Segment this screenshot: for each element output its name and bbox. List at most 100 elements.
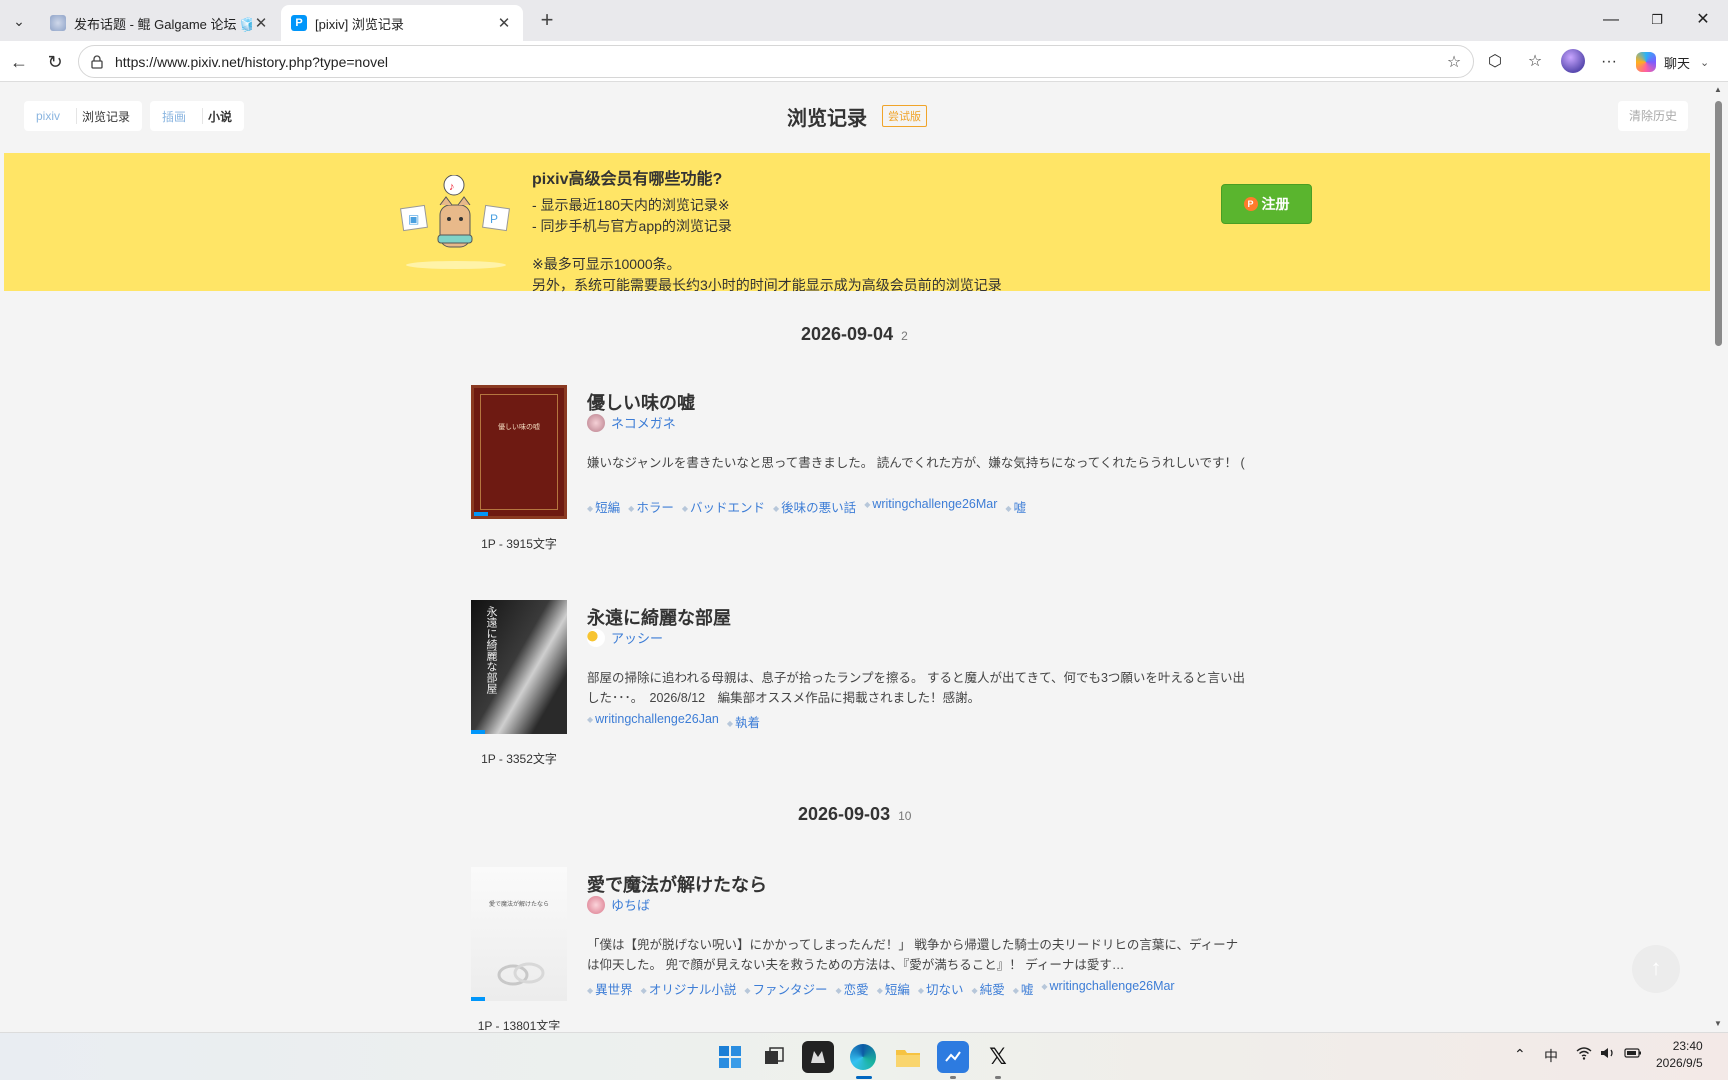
wifi-icon[interactable] bbox=[1576, 1046, 1592, 1063]
novel-description: 「僕は【兜が脱げない呪い】にかかってしまったんだ！」 戦争から帰還した騎士の夫リ… bbox=[587, 938, 1239, 972]
novel-cover[interactable]: 永遠に綺麗な部屋 bbox=[471, 600, 567, 734]
minimize-icon[interactable]: — bbox=[1588, 4, 1634, 36]
scroll-down-arrow-icon[interactable]: ▼ bbox=[1714, 1019, 1722, 1028]
date-group-header: 2026-09-03 10 bbox=[798, 804, 911, 825]
cover-title: 愛で魔法が解けたなら bbox=[488, 902, 549, 908]
tab-illust[interactable]: 插画 bbox=[162, 108, 186, 125]
breadcrumb-path: pixiv 浏览记录 bbox=[24, 101, 143, 131]
tag-link[interactable]: 短編 bbox=[877, 979, 910, 998]
novel-tags: 短編 ホラー バッドエンド 後味の悪い話 writingchallenge26M… bbox=[587, 497, 1026, 516]
novel-cover[interactable]: 愛で魔法が解けたなら bbox=[471, 867, 567, 1001]
author-avatar bbox=[587, 413, 605, 432]
author-avatar bbox=[587, 628, 605, 647]
extensions-icon[interactable]: ⬡ bbox=[1482, 49, 1508, 75]
date-label: 2026-09-03 bbox=[798, 804, 891, 824]
copilot-chat-button[interactable]: 聊天 ⌄ bbox=[1636, 49, 1709, 75]
premium-signup-button[interactable]: P 注册 bbox=[1221, 184, 1312, 224]
novel-author[interactable]: アッシー bbox=[587, 628, 663, 647]
author-name: ゆちば bbox=[611, 898, 651, 913]
scroll-up-arrow-icon[interactable]: ▲ bbox=[1714, 85, 1722, 94]
restore-icon[interactable]: ❐ bbox=[1634, 4, 1680, 36]
profile-avatar[interactable] bbox=[1561, 49, 1585, 73]
novel-title[interactable]: 優しい味の嘘 bbox=[587, 389, 695, 415]
tag-link[interactable]: ホラー bbox=[628, 497, 674, 516]
page-scrollbar[interactable]: ▲ ▼ bbox=[1710, 83, 1728, 1030]
address-bar[interactable]: https://www.pixiv.net/history.php?type=n… bbox=[78, 45, 1474, 78]
page-title: 浏览记录 bbox=[787, 108, 867, 130]
tag-link[interactable]: writingchallenge26Mar bbox=[864, 497, 997, 516]
open-app-indicator bbox=[950, 1076, 956, 1079]
tag-link[interactable]: 異世界 bbox=[587, 979, 633, 998]
window-close-icon[interactable]: ✕ bbox=[1680, 4, 1726, 36]
start-windows-icon[interactable] bbox=[714, 1041, 746, 1073]
back-arrow-icon[interactable]: ← bbox=[6, 49, 32, 75]
battery-icon[interactable] bbox=[1624, 1046, 1642, 1062]
tag-link[interactable]: ファンタジー bbox=[744, 979, 828, 998]
system-clock[interactable]: 23:40 2026/9/5 bbox=[1656, 1038, 1703, 1072]
copilot-icon bbox=[1636, 52, 1656, 72]
more-menu-icon[interactable]: ··· bbox=[1596, 49, 1622, 75]
volume-icon[interactable] bbox=[1600, 1046, 1616, 1063]
novel-title[interactable]: 永遠に綺麗な部屋 bbox=[587, 604, 731, 630]
premium-heading: pixiv高级会员有哪些功能? bbox=[532, 171, 723, 188]
address-toolbar: ← ↻ https://www.pixiv.net/history.php?ty… bbox=[0, 41, 1728, 82]
novel-tags: 異世界 オリジナル小説 ファンタジー 恋愛 短編 切ない 純愛 嘘 writin… bbox=[587, 979, 1175, 998]
premium-mascot-illustration: ▣ P ♪ bbox=[400, 175, 510, 269]
date-count: 10 bbox=[898, 809, 912, 823]
ime-indicator[interactable]: 中 bbox=[1544, 1046, 1558, 1066]
tab-list-chevron-icon[interactable]: ⌄ bbox=[6, 8, 32, 34]
edge-browser-icon[interactable] bbox=[847, 1041, 879, 1073]
novel-cover[interactable]: 優しい味の嘘 bbox=[471, 385, 567, 519]
novel-title[interactable]: 愛で魔法が解けたなら bbox=[587, 871, 767, 897]
tab-strip: ⌄ 发布话题 - 鲲 Galgame 论坛 🧊 开 ✕ P [pixiv] 浏览… bbox=[0, 0, 1728, 41]
reload-icon[interactable]: ↻ bbox=[42, 49, 68, 75]
tag-link[interactable]: 恋愛 bbox=[836, 979, 869, 998]
novel-meta: 1P - 13801文字 bbox=[477, 1019, 561, 1030]
breadcrumb-separator bbox=[192, 101, 204, 131]
tag-link[interactable]: 嘘 bbox=[1005, 497, 1027, 516]
new-tab-plus-icon[interactable]: + bbox=[534, 8, 560, 34]
active-app-indicator bbox=[856, 1076, 872, 1079]
tag-link[interactable]: バッドエンド bbox=[682, 497, 765, 516]
tag-link[interactable]: writingchallenge26Jan bbox=[587, 712, 719, 731]
tag-link[interactable]: 純愛 bbox=[972, 979, 1005, 998]
clear-history-button[interactable]: 清除历史 bbox=[1618, 101, 1688, 131]
favorite-star-icon[interactable]: ☆ bbox=[1441, 52, 1467, 72]
tab-galgame-forum[interactable]: 发布话题 - 鲲 Galgame 论坛 🧊 开 ✕ bbox=[40, 5, 280, 41]
app-game-icon[interactable] bbox=[802, 1041, 834, 1073]
x-app-icon[interactable]: 𝕏 bbox=[982, 1041, 1014, 1073]
tray-overflow-chevron-icon[interactable]: ⌃ bbox=[1514, 1046, 1526, 1063]
premium-p-icon: P bbox=[1243, 197, 1258, 211]
tab-close-icon[interactable]: ✕ bbox=[495, 14, 513, 32]
back-to-top-button[interactable]: ↑ bbox=[1632, 945, 1680, 993]
file-explorer-icon[interactable] bbox=[892, 1041, 924, 1073]
app-chart-icon[interactable] bbox=[937, 1041, 969, 1073]
tag-link[interactable]: writingchallenge26Mar bbox=[1041, 979, 1175, 998]
tab-novel[interactable]: 小说 bbox=[208, 108, 232, 125]
tab-close-icon[interactable]: ✕ bbox=[252, 14, 270, 32]
tag-link[interactable]: オリジナル小説 bbox=[641, 979, 737, 998]
tag-link[interactable]: 切ない bbox=[918, 979, 964, 998]
lock-icon[interactable] bbox=[89, 54, 105, 70]
novel-author[interactable]: ネコメガネ bbox=[587, 413, 676, 432]
svg-text:P: P bbox=[490, 212, 498, 226]
task-view-icon[interactable] bbox=[758, 1041, 790, 1073]
favorites-icon[interactable]: ☆ bbox=[1522, 49, 1548, 75]
rings-illustration bbox=[497, 962, 545, 986]
scrollbar-thumb[interactable] bbox=[1715, 101, 1722, 346]
breadcrumb-home-link[interactable]: pixiv bbox=[36, 109, 60, 123]
novel-meta: 1P - 3352文字 bbox=[481, 752, 557, 766]
author-avatar bbox=[587, 895, 605, 914]
tab-pixiv-history[interactable]: P [pixiv] 浏览记录 ✕ bbox=[281, 5, 523, 41]
cover-title: 永遠に綺麗な部屋 bbox=[485, 606, 497, 694]
url-text[interactable]: https://www.pixiv.net/history.php?type=n… bbox=[115, 54, 1441, 70]
tab-title: [pixiv] 浏览记录 bbox=[315, 16, 404, 32]
tag-link[interactable]: 執着 bbox=[727, 712, 760, 731]
trial-badge: 尝试版 bbox=[882, 105, 927, 127]
svg-text:▣: ▣ bbox=[408, 212, 419, 226]
novel-author[interactable]: ゆちば bbox=[587, 895, 650, 914]
tag-link[interactable]: 後味の悪い話 bbox=[773, 497, 856, 516]
tag-link[interactable]: 短編 bbox=[587, 497, 620, 516]
chat-label: 聊天 bbox=[1664, 55, 1691, 71]
tag-link[interactable]: 嘘 bbox=[1013, 979, 1034, 998]
